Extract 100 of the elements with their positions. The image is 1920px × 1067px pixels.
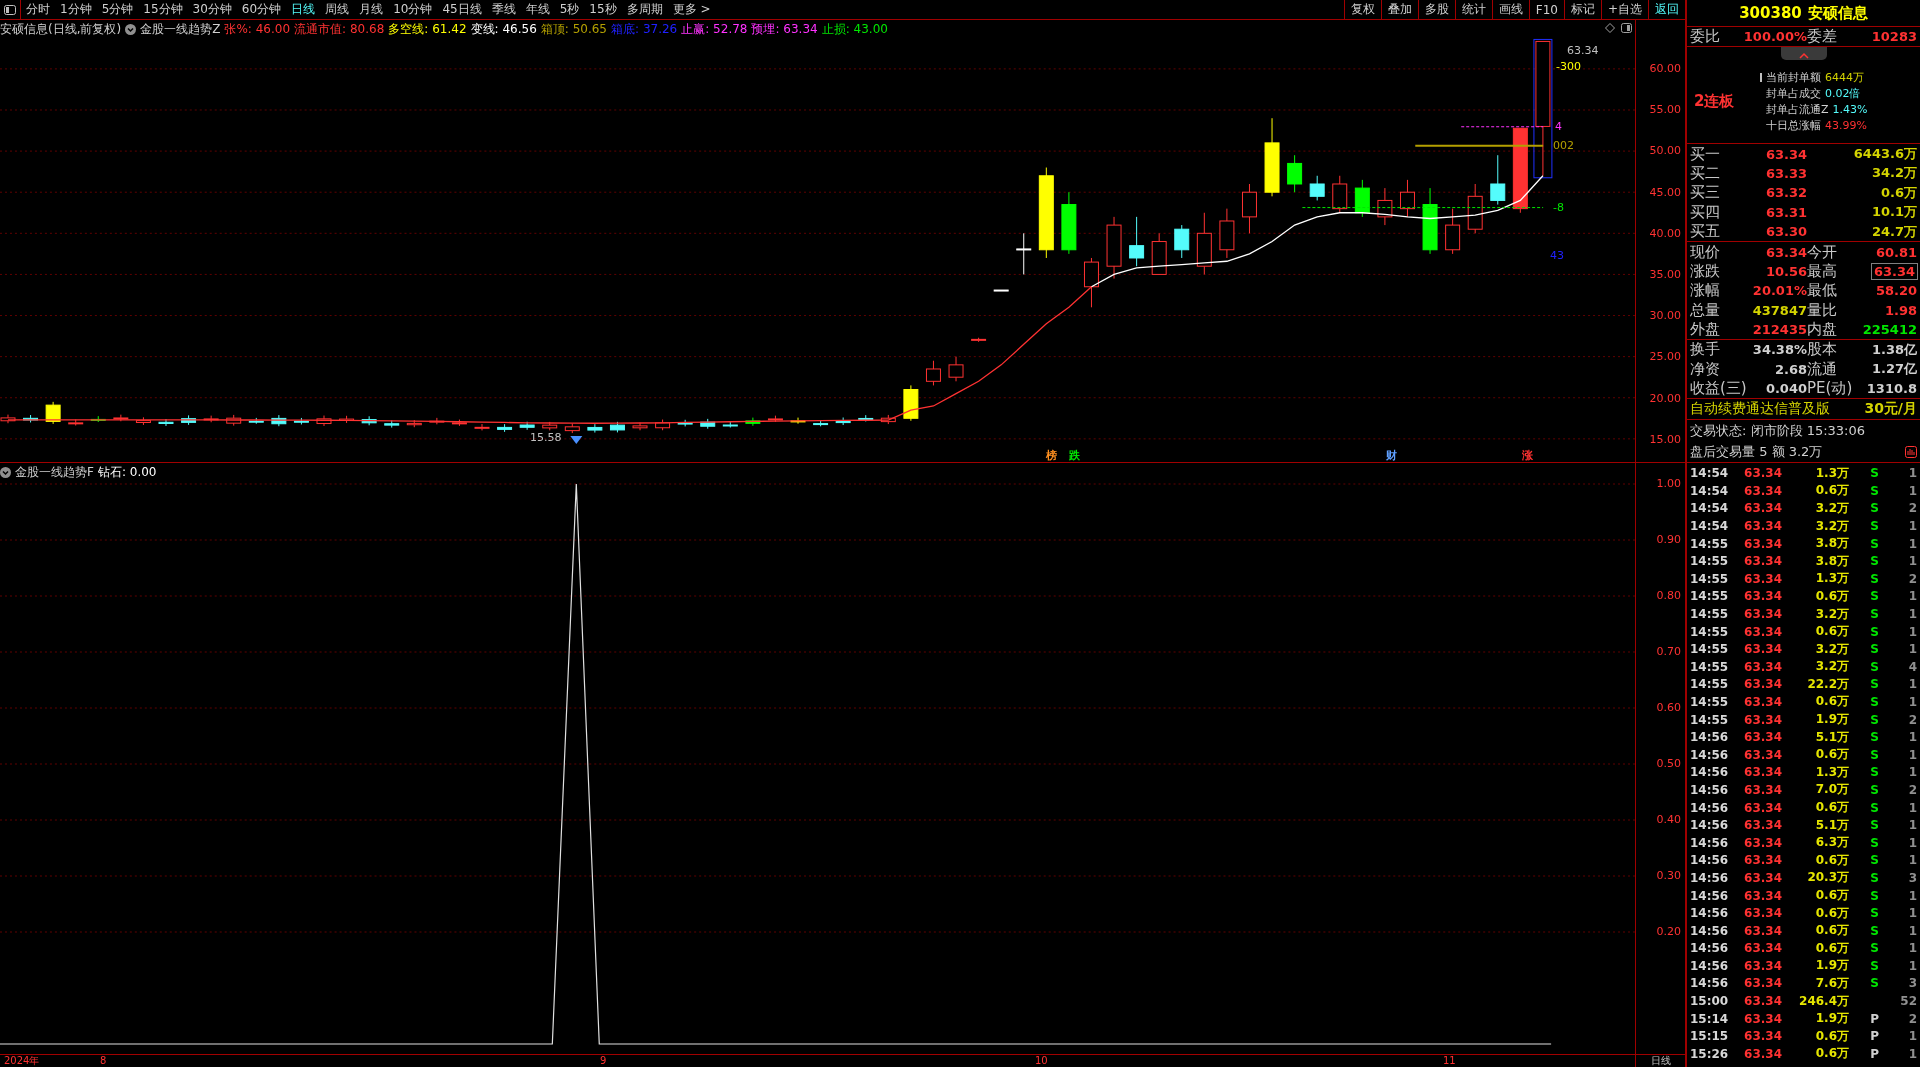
status-text: 交易状态: 闭市阶段 15:33:06 xyxy=(1690,421,1866,440)
event-mark[interactable]: 涨 xyxy=(1522,448,1533,462)
period-tab[interactable]: 日线 xyxy=(286,0,321,19)
candlestick xyxy=(451,419,467,427)
period-tab[interactable]: 多周期 xyxy=(621,0,668,19)
toolbar-button[interactable]: 复权 xyxy=(1343,0,1381,19)
tick-count: 1 xyxy=(1907,853,1917,868)
event-mark[interactable]: 财 xyxy=(1386,448,1397,462)
more-menu[interactable]: 更多 > xyxy=(667,0,716,19)
toolbar-button[interactable]: F10 xyxy=(1528,0,1564,19)
toolbar-button[interactable]: 叠加 xyxy=(1380,0,1418,19)
tick-volume: 5.1万 xyxy=(1814,728,1849,746)
tick-count: 1 xyxy=(1907,519,1917,534)
period-tab[interactable]: 5分钟 xyxy=(96,0,139,19)
field-label: 总量 xyxy=(1690,300,1721,320)
tick-time: 14:54 xyxy=(1690,466,1730,481)
tick-volume: 20.3万 xyxy=(1806,869,1849,887)
toolbar-button[interactable]: 画线 xyxy=(1491,0,1529,19)
period-label: 日线 xyxy=(1635,1055,1685,1067)
period-tab[interactable]: 10分钟 xyxy=(388,0,438,19)
tick-time: 14:55 xyxy=(1690,695,1730,709)
tick-volume: 22.2万 xyxy=(1806,675,1849,693)
period-tab[interactable]: 5秒 xyxy=(554,0,585,19)
field-label: 买三 xyxy=(1690,183,1721,203)
period-tab[interactable]: 周线 xyxy=(320,0,355,19)
period-tab[interactable]: 15秒 xyxy=(584,0,622,19)
toolbar-button[interactable]: +自选 xyxy=(1600,0,1648,19)
field-value: 212435 xyxy=(1752,322,1807,338)
field-value: 1310.8 xyxy=(1866,381,1917,397)
field-label: 外盘 xyxy=(1690,320,1721,340)
field-value: 0.040 xyxy=(1765,381,1807,397)
period-tab[interactable]: 45日线 xyxy=(437,0,487,19)
candlestick xyxy=(1377,187,1393,226)
period-tab[interactable]: 1分钟 xyxy=(55,0,97,19)
period-tab[interactable]: 15分钟 xyxy=(138,0,188,19)
period-tab[interactable]: 分时 xyxy=(21,0,55,19)
toolbar-button[interactable]: 返回 xyxy=(1648,0,1685,19)
tick-side: S xyxy=(1869,818,1879,833)
toolbar-button[interactable]: 多股 xyxy=(1417,0,1455,19)
indicator-value: 流通市值: 80.68 xyxy=(294,21,385,38)
tick-price: 63.34 xyxy=(1743,554,1782,569)
chevron-up-icon xyxy=(1798,52,1809,60)
tick-side: S xyxy=(1869,642,1879,657)
tick-price: 63.34 xyxy=(1743,994,1782,1009)
field-value: 58.20 xyxy=(1875,283,1917,299)
period-tab[interactable]: 季线 xyxy=(486,0,521,19)
period-tab[interactable]: 30分钟 xyxy=(187,0,237,19)
tick-time: 14:56 xyxy=(1690,730,1730,745)
bar-chart-icon[interactable] xyxy=(1905,445,1917,458)
axis-label: 15.00 xyxy=(1649,432,1681,446)
period-tab[interactable]: 60分钟 xyxy=(236,0,287,19)
field-label: 涨幅 xyxy=(1690,281,1721,301)
tick-side: S xyxy=(1869,536,1879,551)
tick-side: S xyxy=(1869,870,1879,885)
indicator-value: 箱底: 37.26 xyxy=(611,21,678,38)
toolbar-button[interactable]: 标记 xyxy=(1563,0,1601,19)
tick-price: 63.34 xyxy=(1743,712,1782,727)
tick-volume: 1.3万 xyxy=(1814,464,1849,482)
indicator-value: 变线: 46.56 xyxy=(470,21,537,38)
chevron-down-icon[interactable] xyxy=(125,24,137,35)
panel-toggle-icon[interactable] xyxy=(4,4,16,15)
tick-count: 1 xyxy=(1907,730,1917,745)
field-value: 6443.6万 xyxy=(1853,145,1917,164)
axis-label: 20.00 xyxy=(1649,391,1681,405)
tick-price: 63.34 xyxy=(1743,483,1782,498)
candlestick xyxy=(700,418,716,430)
candlestick xyxy=(1445,208,1461,255)
event-mark[interactable]: 榜 xyxy=(1046,448,1057,462)
collapse-tab[interactable] xyxy=(1780,47,1827,61)
tick-side: S xyxy=(1869,782,1879,797)
chevron-down-icon[interactable] xyxy=(0,467,11,478)
tick-time: 14:56 xyxy=(1690,941,1730,956)
tick-time: 14:54 xyxy=(1690,519,1730,534)
tick-side: S xyxy=(1869,958,1879,973)
tick-time: 14:55 xyxy=(1690,624,1730,639)
tick-volume: 0.6万 xyxy=(1814,482,1849,500)
tick-time: 15:00 xyxy=(1690,994,1730,1009)
promo-link[interactable]: 自动续费通达信普及版 xyxy=(1690,400,1830,419)
tick-price: 63.34 xyxy=(1743,607,1782,621)
diamond-icon[interactable] xyxy=(1605,23,1615,33)
tick-side: P xyxy=(1869,1046,1879,1061)
tick-price: 63.34 xyxy=(1743,782,1782,797)
candlestick xyxy=(858,414,874,422)
candlestick xyxy=(45,401,61,425)
toolbar-button[interactable]: 统计 xyxy=(1454,0,1492,19)
tick-price: 63.34 xyxy=(1743,571,1782,586)
date-label: 9 xyxy=(600,1055,607,1067)
period-tab[interactable]: 月线 xyxy=(354,0,389,19)
panel-toggle-icon[interactable] xyxy=(1621,23,1632,33)
date-label: 11 xyxy=(1443,1055,1456,1067)
tick-time: 14:56 xyxy=(1690,888,1730,903)
period-tab[interactable]: 年线 xyxy=(520,0,555,19)
candlestick xyxy=(677,419,693,427)
signal-triangle-icon xyxy=(570,436,583,445)
candlestick xyxy=(1219,208,1235,259)
field-label: 今开 xyxy=(1807,242,1838,262)
tick-count: 1 xyxy=(1907,466,1917,481)
event-mark[interactable]: 跌 xyxy=(1069,448,1080,462)
field-value: 1.38亿 xyxy=(1871,341,1917,359)
candlestick xyxy=(542,421,558,431)
